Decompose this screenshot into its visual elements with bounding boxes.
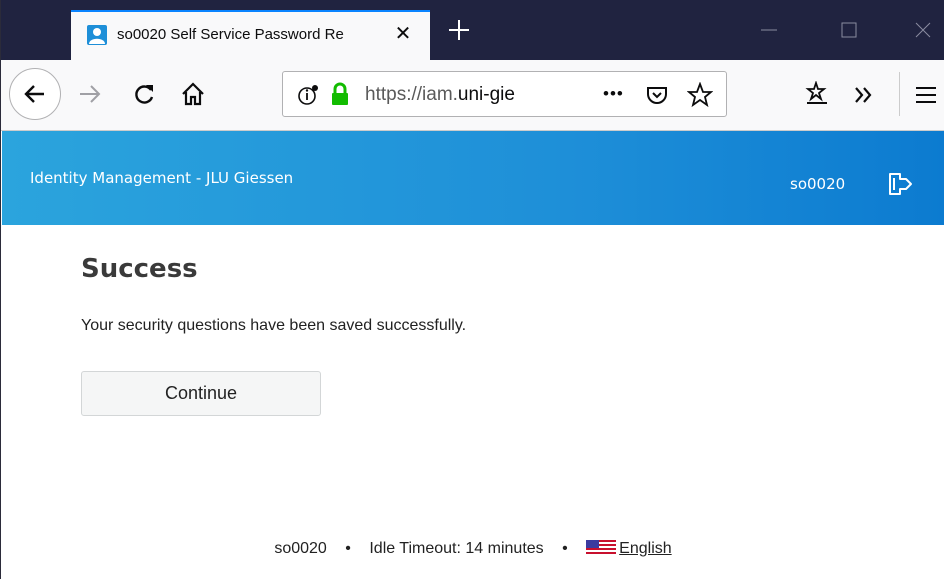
toolbar-separator	[899, 72, 900, 116]
browser-tab[interactable]: so0020 Self Service Password Re ✕	[71, 10, 430, 60]
tab-title: so0020 Self Service Password Re	[117, 26, 344, 43]
forward-arrow-icon[interactable]	[77, 81, 103, 107]
page-actions-icon[interactable]: •••	[603, 84, 624, 104]
home-icon[interactable]	[180, 81, 206, 107]
header-username: so0020	[790, 175, 846, 193]
new-tab-icon[interactable]	[445, 16, 473, 44]
tab-close-icon[interactable]: ✕	[391, 22, 415, 46]
language-link[interactable]: English	[619, 540, 671, 557]
site-info-icon[interactable]	[297, 84, 319, 106]
url-text[interactable]: https://iam.uni-gie	[365, 84, 545, 106]
hamburger-menu-icon[interactable]	[913, 82, 939, 108]
footer-separator: •	[345, 540, 351, 557]
lock-icon	[332, 82, 348, 105]
minimize-icon[interactable]	[759, 20, 779, 40]
overflow-chevron-icon[interactable]	[851, 82, 877, 108]
success-message: Your security questions have been saved …	[81, 317, 467, 334]
footer-username: so0020	[274, 540, 327, 557]
app-title: Identity Management - JLU Giessen	[30, 169, 294, 187]
app-header: Identity Management - JLU Giessen so0020	[2, 131, 944, 225]
maximize-icon[interactable]	[839, 20, 859, 40]
idle-timeout: Idle Timeout: 14 minutes	[369, 540, 544, 557]
pocket-icon[interactable]	[645, 83, 669, 107]
navigation-toolbar: https://iam.uni-gie •••	[1, 60, 944, 131]
back-arrow-icon	[24, 85, 44, 103]
url-prefix: https://iam.	[365, 84, 458, 105]
reload-icon[interactable]	[131, 81, 157, 107]
continue-button[interactable]: Continue	[81, 371, 321, 416]
browser-window: so0020 Self Service Password Re ✕ https:…	[0, 0, 944, 579]
footer-separator: •	[562, 540, 568, 557]
tab-strip: so0020 Self Service Password Re ✕	[1, 0, 944, 60]
back-button[interactable]	[9, 68, 61, 120]
us-flag-icon	[586, 540, 617, 554]
logout-icon[interactable]	[887, 172, 913, 196]
close-window-icon[interactable]	[913, 20, 933, 40]
footer: so0020 • Idle Timeout: 14 minutes • Engl…	[1, 540, 944, 558]
page-title: Success	[81, 254, 198, 284]
user-favicon-icon	[87, 25, 107, 45]
url-bar[interactable]: https://iam.uni-gie •••	[282, 71, 727, 117]
bookmark-star-icon[interactable]	[687, 82, 713, 108]
url-domain: uni-gie	[457, 84, 515, 105]
library-icon[interactable]	[805, 81, 831, 107]
